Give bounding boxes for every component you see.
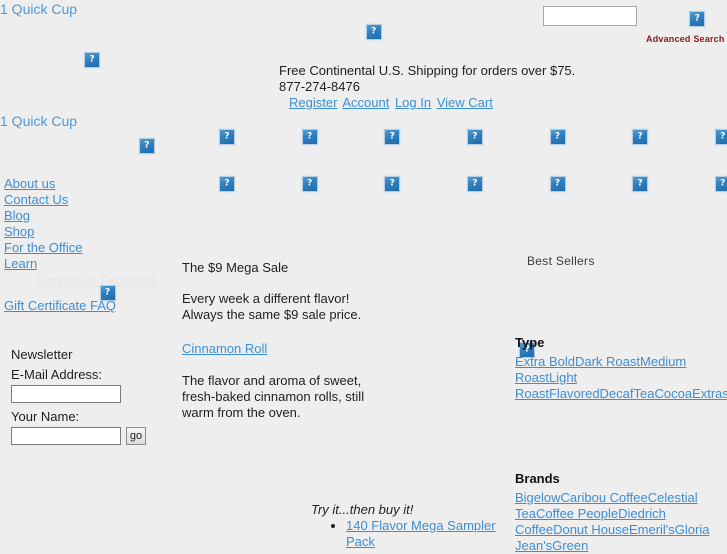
account-links: Register Account Log In View Cart [289, 95, 495, 110]
type-facet-links: Extra BoldDark RoastMedium RoastLight Ro… [515, 354, 727, 402]
shipping-notice: Free Continental U.S. Shipping for order… [279, 63, 576, 78]
sampler-list: 140 Flavor Mega Sampler Pack [330, 518, 521, 550]
brand-link-caribou-coffee[interactable]: Caribou Coffee [561, 490, 648, 505]
nav-item-13-icon[interactable] [548, 174, 567, 193]
flavor-description-line-1: The flavor and aroma of sweet, [182, 373, 362, 388]
nav-item-5-icon[interactable] [548, 127, 567, 146]
nav-item-14-icon[interactable] [631, 174, 650, 193]
nav-item-10-icon[interactable] [300, 174, 319, 193]
brands-facet-title: Brands [515, 471, 560, 486]
find-us-on-facebook-link[interactable]: Find us on Facebook [36, 273, 157, 288]
register-link[interactable]: Register [289, 95, 337, 110]
newsletter-name-input[interactable] [11, 427, 121, 445]
type-link-flavored[interactable]: Flavored [549, 386, 600, 401]
try-it-tagline: Try it...then buy it! [311, 502, 414, 517]
mega-sale-line-1: Every week a different flavor! [182, 291, 350, 306]
type-link-decaf[interactable]: Decaf [600, 386, 634, 401]
flavor-of-the-week-link[interactable]: Cinnamon Roll [182, 341, 267, 356]
newsletter-submit-button[interactable]: go [126, 427, 146, 445]
advanced-search-link[interactable]: Advanced Search [646, 34, 725, 44]
nav-item-9-icon[interactable] [218, 174, 236, 193]
sidebar-nav: About us Contact Us Blog Shop For the Of… [4, 176, 83, 272]
nav-item-7-icon[interactable] [713, 127, 727, 146]
site-logo-secondary[interactable]: 1 Quick Cup [0, 113, 77, 129]
newsletter-email-label: E-Mail Address: [11, 367, 103, 382]
nav-item-6-icon[interactable] [631, 127, 650, 146]
type-link-tea[interactable]: Tea [634, 386, 655, 401]
nav-item-11-icon[interactable] [383, 174, 402, 193]
search-input[interactable] [543, 6, 637, 26]
nav-item-1-icon[interactable] [218, 127, 236, 146]
secondary-logo-image [137, 136, 156, 155]
search-button-icon[interactable] [688, 9, 707, 28]
sidebar-item-blog[interactable]: Blog [4, 208, 83, 224]
view-cart-link[interactable]: View Cart [437, 95, 493, 110]
login-link[interactable]: Log In [395, 95, 431, 110]
best-sellers-heading: Best Sellers [527, 254, 595, 268]
sidebar-item-about-us[interactable]: About us [4, 176, 83, 192]
newsletter-title: Newsletter [11, 347, 73, 362]
nav-item-4-icon[interactable] [465, 127, 484, 146]
mega-sale-heading: The $9 Mega Sale [182, 260, 289, 275]
brand-link-coffee-people[interactable]: Coffee People [536, 506, 618, 521]
gift-certificate-faq-link[interactable]: Gift Certificate FAQ [4, 298, 116, 313]
flavor-description-line-3: warm from the oven. [182, 405, 301, 420]
sampler-pack-link[interactable]: 140 Flavor Mega Sampler Pack [346, 518, 496, 549]
type-link-cocoa[interactable]: Cocoa [654, 386, 692, 401]
nav-item-2-icon[interactable] [300, 127, 319, 146]
type-link-extras[interactable]: Extras [692, 386, 727, 401]
header-banner-image [364, 22, 383, 41]
brand-link-donut-house[interactable]: Donut House [553, 522, 629, 537]
mega-sale-line-2: Always the same $9 sale price. [182, 307, 362, 322]
type-link-extra-bold[interactable]: Extra Bold [515, 354, 575, 369]
brand-link-emerils[interactable]: Emeril's [629, 522, 675, 537]
sidebar-item-learn[interactable]: Learn [4, 256, 83, 272]
brand-link-green[interactable]: Green [552, 538, 588, 553]
type-facet-title: Type [515, 335, 545, 350]
nav-item-15-icon[interactable] [713, 174, 727, 193]
phone-number: 877-274-8476 [279, 79, 360, 94]
secondary-nav-row [0, 0, 727, 193]
nav-item-12-icon[interactable] [465, 174, 484, 193]
list-item: 140 Flavor Mega Sampler Pack [346, 518, 521, 550]
sidebar-item-shop[interactable]: Shop [4, 224, 83, 240]
account-link[interactable]: Account [342, 95, 389, 110]
sidebar-item-for-the-office[interactable]: For the Office [4, 240, 83, 256]
brands-facet-links: BigelowCaribou CoffeeCelestial TeaCoffee… [515, 490, 727, 554]
nav-item-3-icon[interactable] [383, 127, 402, 146]
newsletter-name-label: Your Name: [11, 409, 80, 424]
sidebar-item-contact-us[interactable]: Contact Us [4, 192, 83, 208]
header-decorative-image [83, 50, 101, 69]
type-link-dark-roast[interactable]: Dark Roast [575, 354, 640, 369]
brand-link-bigelow[interactable]: Bigelow [515, 490, 561, 505]
flavor-description-line-2: fresh-baked cinnamon rolls, still [182, 389, 365, 404]
newsletter-email-input[interactable] [11, 385, 121, 403]
